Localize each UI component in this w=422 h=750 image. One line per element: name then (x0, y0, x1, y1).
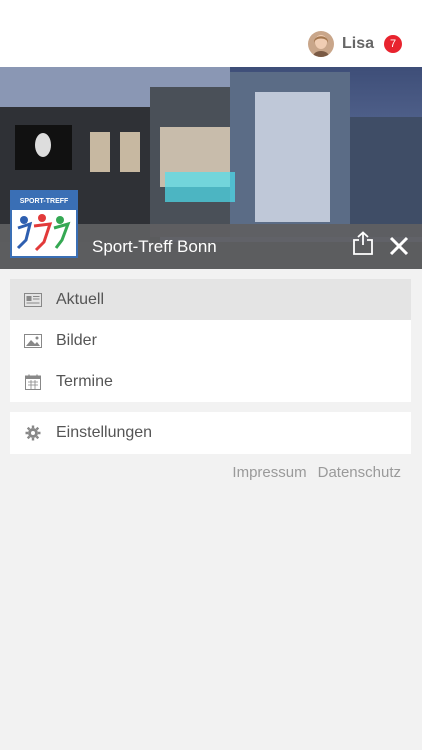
notification-badge[interactable]: 7 (384, 35, 402, 53)
image-icon (24, 333, 42, 349)
close-icon[interactable] (388, 235, 410, 257)
hero-image: SPORT-TREFF Sport-Treff Bonn (0, 67, 422, 269)
datenschutz-link[interactable]: Datenschutz (318, 464, 401, 481)
page-title: Sport-Treff Bonn (92, 237, 217, 256)
logo-figures-icon (16, 214, 71, 252)
gear-icon (24, 425, 42, 441)
menu-item-label: Termine (56, 372, 113, 390)
menu-item-termine[interactable]: Termine (10, 361, 411, 402)
settings-label: Einstellungen (56, 424, 153, 441)
navigation-menu: Aktuell Bilder Termine (10, 279, 411, 402)
menu-item-bilder[interactable]: Bilder (10, 320, 411, 361)
share-icon[interactable] (352, 231, 374, 255)
menu-item-einstellungen[interactable]: Einstellungen (10, 412, 411, 454)
newspaper-icon (24, 292, 42, 308)
footer-links: Impressum Datenschutz (232, 464, 401, 481)
user-name[interactable]: Lisa (342, 35, 374, 53)
impressum-link[interactable]: Impressum (232, 464, 306, 481)
avatar[interactable] (307, 31, 334, 57)
logo-text: SPORT-TREFF (12, 192, 76, 210)
user-menu[interactable]: Lisa 7 (307, 30, 402, 58)
club-logo: SPORT-TREFF (10, 190, 78, 258)
calendar-icon (24, 374, 42, 390)
menu-item-label: Aktuell (56, 290, 105, 308)
menu-item-aktuell[interactable]: Aktuell (10, 279, 411, 320)
top-bar: Lisa 7 (0, 0, 422, 67)
menu-item-label: Bilder (56, 331, 97, 349)
